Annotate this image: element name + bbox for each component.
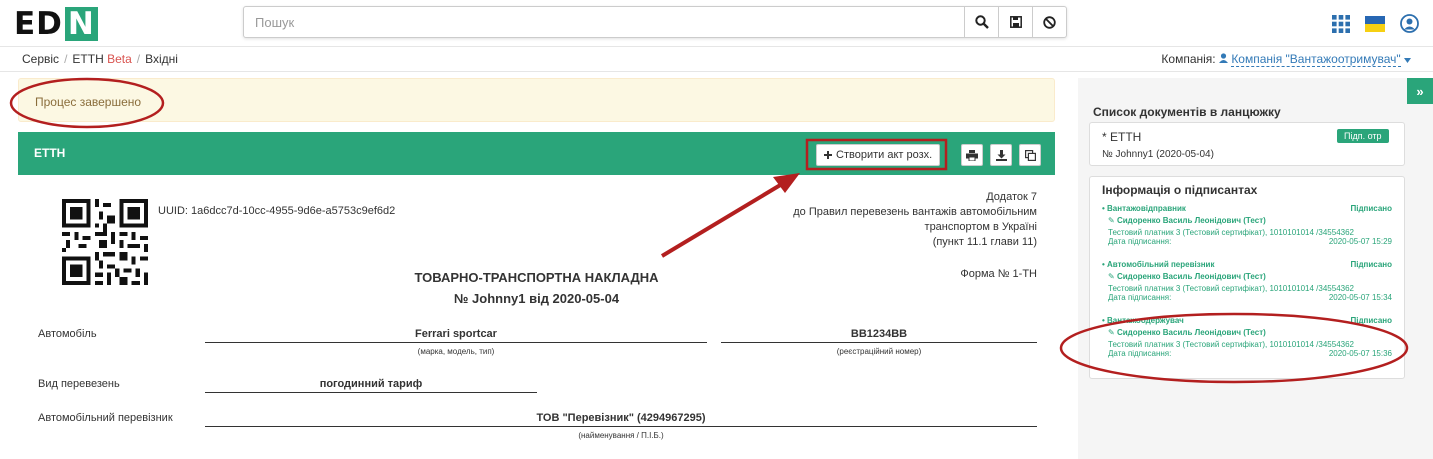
signer-status: Підписано [1350,316,1392,325]
signer-cert: Тестовий платник 3 (Тестовий сертифікат)… [1108,284,1354,293]
chain-document-name[interactable]: * ЕТТН [1102,130,1141,144]
chain-document-number: № Johnny1 (2020-05-04) [1102,149,1214,160]
panel-title: ЕТТН [34,146,66,160]
breadcrumb-service[interactable]: Сервіс [22,52,59,66]
transport-type-value: погодинний тариф [205,378,537,393]
expand-sidebar-button[interactable]: » [1407,78,1433,104]
company-selector: Компанія: Компанія "Вантажоотримувач" [1161,52,1411,67]
floppy-disk-icon [1009,16,1022,28]
ban-icon [1043,15,1056,29]
user-icon [1218,53,1228,63]
sign-date-label: Дата підписання: [1108,237,1172,246]
breadcrumb-inbox[interactable]: Вхідні [145,52,178,66]
right-sidebar: Список документів в ланцюжку * ЕТТН № Jo… [1078,78,1433,459]
plus-icon [824,151,832,159]
appendix-line: транспортом в Україні [924,221,1037,233]
document-body: UUID: 1a6dcc7d-10cc-4955-9d6e-a5753c9ef6… [18,175,1055,459]
plate-hint: (реєстраційний номер) [836,347,922,356]
save-search-button[interactable] [998,7,1032,37]
ukraine-flag-icon[interactable] [1365,15,1385,32]
create-act-label: Створити акт розх. [836,149,933,161]
copy-button[interactable] [1019,144,1041,166]
divider [0,71,1433,72]
car-value: Ferrari sportcar [205,328,707,343]
signer-person: ✎ Сидоренко Василь Леонідович (Тест) [1108,216,1266,225]
appendix-line: (пункт 11.1 глави 11) [932,236,1037,248]
status-alert: Процес завершено [18,78,1055,122]
signer-cert: Тестовий платник 3 (Тестовий сертифікат)… [1108,228,1354,237]
caret-down-icon[interactable] [1404,58,1411,63]
double-chevron-right-icon: » [1416,83,1424,99]
sign-date: 2020-05-07 15:34 [1328,293,1392,302]
alert-text: Процес завершено [35,95,142,109]
signer-role: • Вантажовідправник [1102,204,1186,213]
carrier-label: Автомобільний перевізник [38,412,173,424]
breadcrumb-etth[interactable]: ЕТТН [72,52,103,66]
logo-text: ED [14,6,63,42]
carrier-hint: (найменування / П.І.Б.) [578,431,664,440]
logo-highlight: N [64,7,98,41]
uuid-text: UUID: 1a6dcc7d-10cc-4955-9d6e-a5753c9ef6… [158,205,396,217]
create-act-button[interactable]: Створити акт розх. [816,144,941,166]
beta-label: Beta [107,52,132,66]
signer-item: • Автомобільний перевізник Підписано ✎ Си… [1102,260,1392,302]
document-number: № Johnny1 від 2020-05-04 [453,291,620,306]
chain-document-card[interactable]: * ЕТТН № Johnny1 (2020-05-04) Підп. отр [1089,122,1405,166]
print-button[interactable] [961,144,983,166]
search-input[interactable] [244,7,964,37]
clear-search-button[interactable] [1032,7,1066,37]
transport-type-label: Вид перевезень [38,378,120,390]
signer-item: • Вантажоодержувач Підписано ✎ Сидоренко … [1102,316,1392,358]
document-title: ТОВАРНО-ТРАНСПОРТНА НАКЛАДНА [414,270,659,285]
user-profile-icon[interactable] [1400,14,1419,33]
search-icon [974,15,989,29]
signers-card: Інформація о підписантах • Вантажовідпра… [1089,176,1405,379]
sign-date: 2020-05-07 15:36 [1328,349,1392,358]
print-icon [966,149,978,161]
signer-item: • Вантажовідправник Підписано ✎ Сидоренко… [1102,204,1392,246]
signer-cert: Тестовий платник 3 (Тестовий сертифікат)… [1108,340,1354,349]
signer-role: • Автомобільний перевізник [1102,260,1215,269]
signer-role: • Вантажоодержувач [1102,316,1184,325]
search-button[interactable] [964,7,998,37]
sign-date: 2020-05-07 15:29 [1328,237,1392,246]
breadcrumb: Сервіс / ЕТТН Beta / Вхідні [22,52,178,66]
download-icon [995,149,1007,161]
plate-value: BB1234BB [721,328,1037,343]
top-icons [1332,14,1419,33]
sign-date-label: Дата підписання: [1108,293,1172,302]
top-bar: ED N [0,0,1433,47]
sign-date-label: Дата підписання: [1108,349,1172,358]
appendix-line: до Правил перевезень вантажів автомобіль… [793,206,1037,218]
signers-title: Інформація о підписантах [1102,183,1258,197]
appendix-note: Додаток 7 до Правил перевезень вантажів … [793,190,1037,250]
edin-logo[interactable]: ED N [14,6,98,42]
document-panel-header: ЕТТН Створити акт розх. [18,132,1055,175]
car-hint: (марка, модель, тип) [417,347,495,356]
search-bar [243,6,1067,38]
signer-person: ✎ Сидоренко Василь Леонідович (Тест) [1108,272,1266,281]
download-button[interactable] [990,144,1012,166]
chain-title: Список документів в ланцюжку [1093,105,1281,119]
appendix-line: Додаток 7 [986,191,1037,203]
status-badge: Підп. отр [1337,129,1389,143]
car-label: Автомобіль [38,328,97,340]
signer-status: Підписано [1350,260,1392,269]
carrier-value: ТОВ "Перевізник" (4294967295) [205,412,1037,427]
signer-person: ✎ Сидоренко Василь Леонідович (Тест) [1108,328,1266,337]
company-label: Компанія: [1161,52,1216,66]
copy-icon [1024,149,1036,161]
company-dropdown[interactable]: Компанія "Вантажоотримувач" [1231,52,1401,67]
signer-status: Підписано [1350,204,1392,213]
apps-grid-icon[interactable] [1332,14,1350,33]
